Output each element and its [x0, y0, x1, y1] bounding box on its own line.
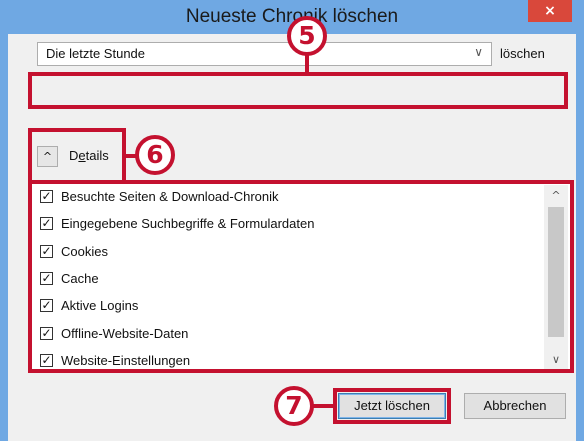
badge-6: 6 [135, 135, 175, 175]
time-range-label: löschen [500, 46, 545, 61]
badge-7: 7 [274, 386, 314, 426]
close-button[interactable]: × [528, 0, 572, 22]
chevron-down-icon: ∨ [474, 45, 483, 59]
dialog-window: Neueste Chronik löschen × Die letzte Stu… [0, 0, 584, 441]
highlight-box-range [28, 72, 568, 109]
badge-5: 5 [287, 16, 327, 56]
badge-5-connector [305, 54, 309, 74]
highlight-box-details [28, 128, 126, 185]
time-range-select[interactable]: Die letzte Stunde ∨ [37, 42, 492, 66]
badge-7-connector [312, 404, 336, 408]
highlight-box-list [28, 180, 574, 373]
time-range-value: Die letzte Stunde [46, 46, 146, 61]
cancel-button[interactable]: Abbrechen [464, 393, 566, 419]
highlight-box-clear-now [333, 388, 451, 424]
